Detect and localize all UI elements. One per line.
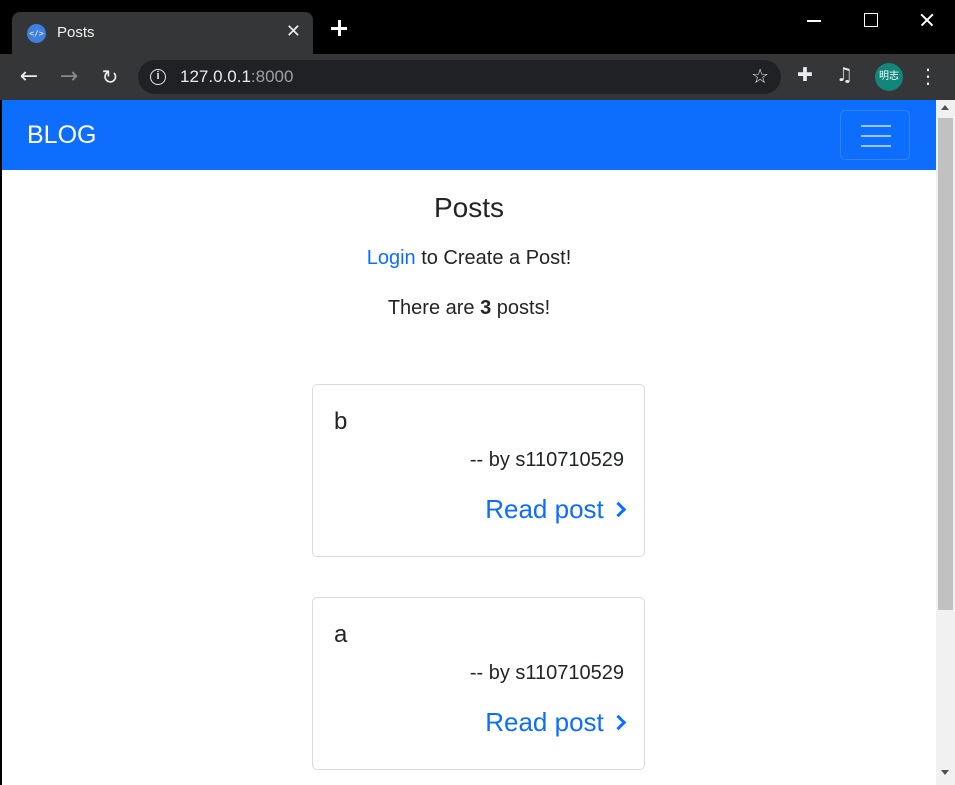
post-card: b -- by s110710529 Read post	[312, 384, 645, 557]
window-close-button[interactable]	[898, 0, 954, 40]
reload-icon[interactable]: ↻	[97, 64, 123, 90]
post-count-number: 3	[480, 297, 492, 319]
code-favicon-icon: </>	[27, 24, 46, 43]
new-tab-plus-icon[interactable]	[328, 17, 350, 39]
scroll-down-arrow-icon[interactable]	[941, 770, 949, 775]
post-card: a -- by s110710529 Read post	[312, 597, 645, 770]
page-viewport: BLOG Posts Login to Create a Post! There…	[2, 100, 936, 785]
read-post-link[interactable]: Read post	[485, 707, 627, 738]
scroll-up-arrow-icon[interactable]	[941, 105, 949, 110]
page-scrollbar[interactable]	[936, 100, 955, 785]
url-port: :8000	[250, 67, 294, 86]
navbar-toggler-button[interactable]	[840, 110, 910, 160]
post-title: b	[334, 408, 348, 435]
hamburger-line	[861, 125, 891, 127]
window-minimize-button[interactable]	[786, 0, 842, 40]
read-post-label: Read post	[485, 494, 604, 524]
browser-tab[interactable]: </> Posts ✕	[12, 12, 313, 54]
hamburger-line	[861, 135, 891, 137]
post-author: -- by s110710529	[469, 662, 624, 684]
login-prompt-text: to Create a Post!	[415, 247, 572, 269]
media-control-icon[interactable]: ♫	[836, 64, 853, 86]
back-arrow-icon[interactable]: ←	[16, 64, 42, 90]
post-count: There are 3 posts!	[2, 297, 936, 320]
window-maximize-button[interactable]	[842, 0, 898, 40]
tab-close-icon[interactable]: ✕	[286, 21, 301, 42]
hamburger-line	[861, 145, 891, 147]
read-post-link[interactable]: Read post	[485, 494, 627, 525]
forward-arrow-icon[interactable]: →	[56, 64, 82, 90]
bookmark-star-icon[interactable]: ☆	[751, 64, 769, 88]
read-post-label: Read post	[485, 707, 604, 737]
tab-title: Posts	[57, 24, 95, 41]
url-host: 127.0.0.1	[180, 67, 251, 86]
address-bar[interactable]: i 127.0.0.1:8000 ☆	[138, 60, 781, 94]
navbar-brand[interactable]: BLOG	[27, 121, 96, 150]
chevron-right-icon	[610, 714, 627, 731]
post-count-prefix: There are	[387, 297, 481, 319]
page-title: Posts	[433, 192, 505, 223]
post-author: -- by s110710529	[469, 449, 624, 471]
post-title: a	[334, 621, 348, 648]
scroll-thumb[interactable]	[938, 118, 953, 610]
login-prompt: Login to Create a Post!	[2, 247, 936, 270]
browser-menu-icon[interactable]: ⋮	[918, 64, 938, 88]
site-info-icon[interactable]: i	[150, 69, 166, 85]
extensions-puzzle-icon[interactable]: ✚	[797, 64, 813, 86]
login-link[interactable]: Login	[367, 247, 416, 269]
chevron-right-icon	[610, 501, 627, 518]
profile-avatar[interactable]: 明志	[875, 63, 903, 91]
browser-titlebar: </> Posts ✕	[0, 0, 955, 54]
post-count-suffix: posts!	[491, 297, 551, 319]
url-text[interactable]: 127.0.0.1:8000	[180, 67, 293, 87]
site-navbar: BLOG	[2, 100, 936, 170]
